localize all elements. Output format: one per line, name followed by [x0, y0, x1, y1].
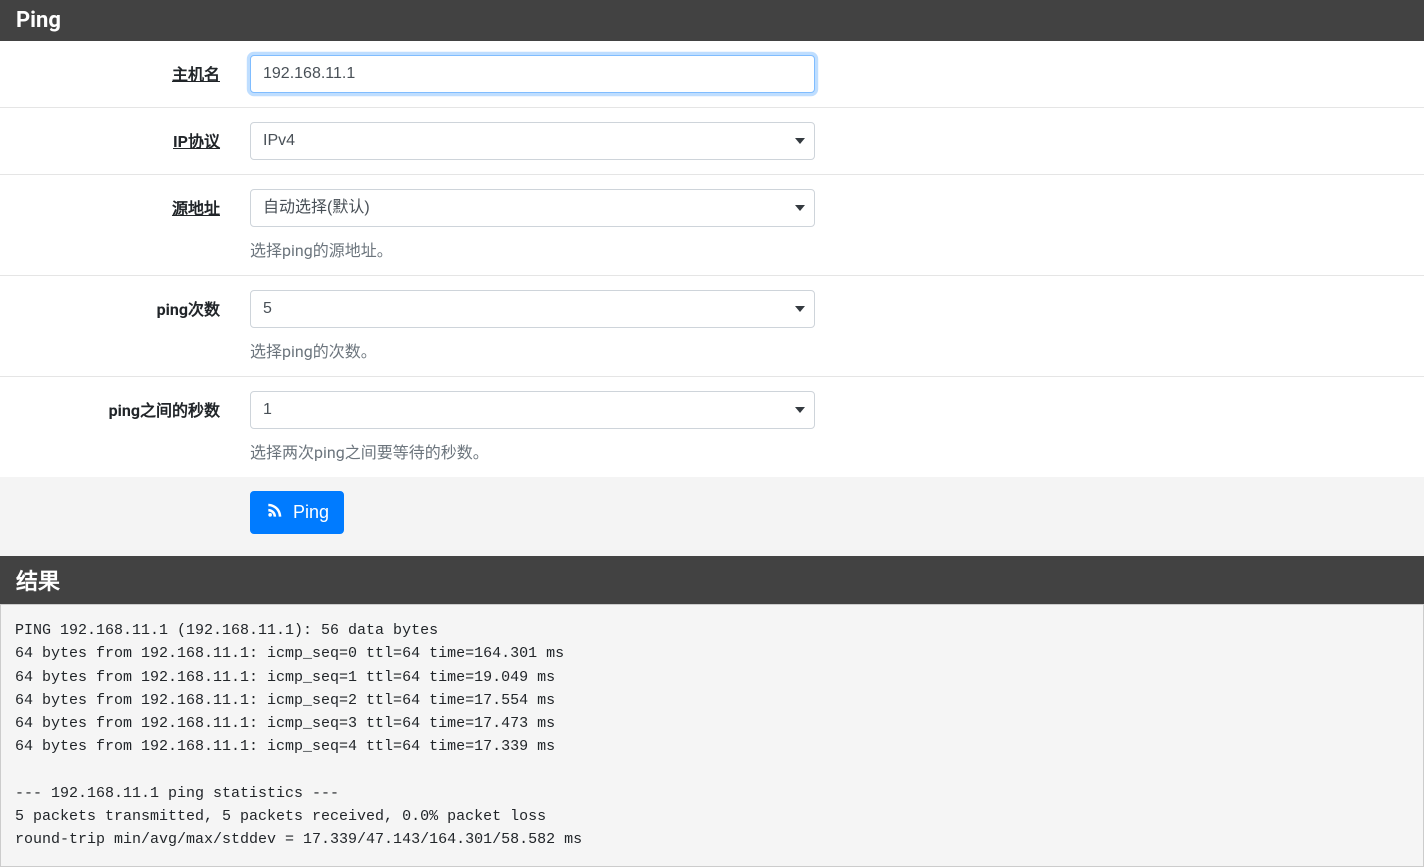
results-title: 结果: [0, 556, 1424, 604]
row-interval: ping之间的秒数 1 选择两次ping之间要等待的秒数。: [0, 377, 1424, 477]
help-interval: 选择两次ping之间要等待的秒数。: [250, 439, 815, 463]
button-row: Ping: [0, 477, 1424, 548]
ipproto-select[interactable]: IPv4: [250, 122, 815, 160]
results-output: PING 192.168.11.1 (192.168.11.1): 56 dat…: [0, 604, 1424, 867]
ping-form: 主机名 IP协议 IPv4 源地址 自动选择(默认) 选择ping的源地址。 p: [0, 41, 1424, 477]
help-count: 选择ping的次数。: [250, 338, 815, 362]
ping-button-label: Ping: [293, 502, 329, 523]
row-ipproto: IP协议 IPv4: [0, 108, 1424, 175]
label-count: ping次数: [0, 290, 250, 320]
row-source: 源地址 自动选择(默认) 选择ping的源地址。: [0, 175, 1424, 276]
label-source: 源地址: [0, 189, 250, 219]
count-select[interactable]: 5: [250, 290, 815, 328]
rss-icon: [265, 500, 285, 525]
row-count: ping次数 5 选择ping的次数。: [0, 276, 1424, 377]
label-interval: ping之间的秒数: [0, 391, 250, 421]
page-title: Ping: [0, 0, 1424, 41]
help-source: 选择ping的源地址。: [250, 237, 815, 261]
hostname-input[interactable]: [250, 55, 815, 93]
source-select[interactable]: 自动选择(默认): [250, 189, 815, 227]
results-panel: 结果 PING 192.168.11.1 (192.168.11.1): 56 …: [0, 556, 1424, 867]
label-hostname: 主机名: [0, 55, 250, 85]
interval-select[interactable]: 1: [250, 391, 815, 429]
row-hostname: 主机名: [0, 41, 1424, 108]
ping-button[interactable]: Ping: [250, 491, 344, 534]
label-ipproto: IP协议: [0, 122, 250, 152]
